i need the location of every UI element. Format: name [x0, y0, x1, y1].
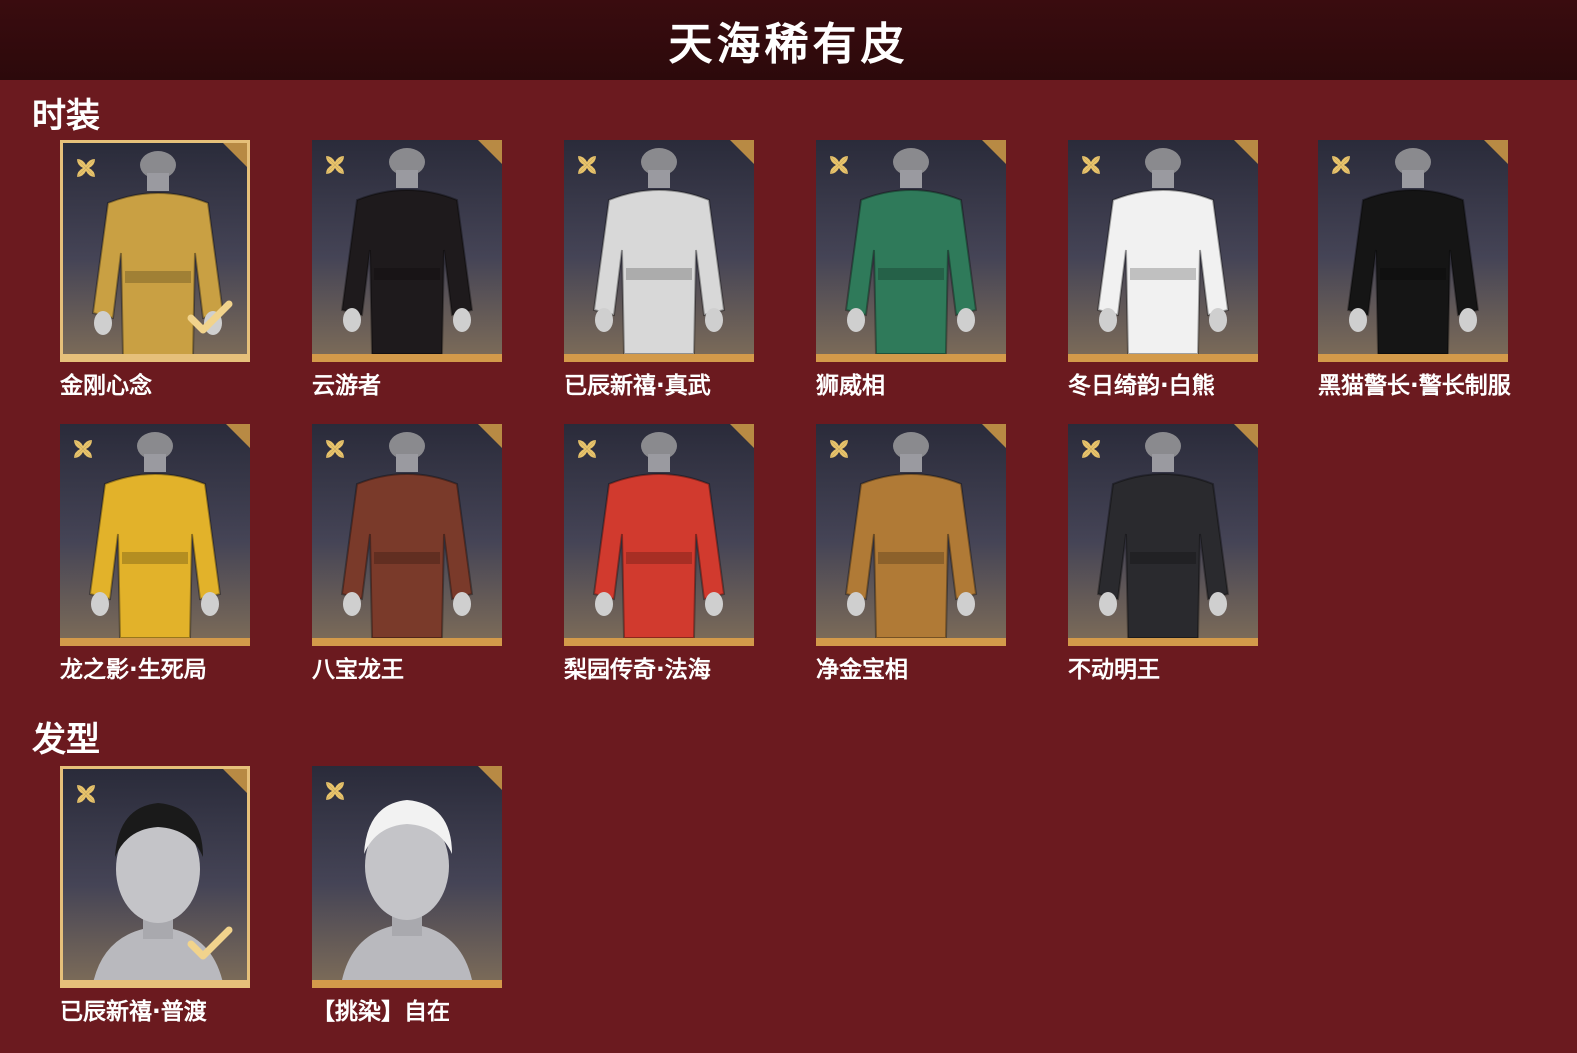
outfit-name-label: 金刚心念	[60, 373, 152, 399]
selected-check-icon	[187, 300, 233, 334]
corner-badge-icon	[223, 769, 247, 793]
selected-check-icon	[187, 926, 233, 960]
outfit-card[interactable]	[60, 424, 250, 646]
corner-badge-icon	[1234, 424, 1258, 448]
outfit-card[interactable]	[312, 424, 502, 646]
page-header: 天海稀有皮	[0, 0, 1577, 80]
outfit-card[interactable]	[564, 424, 754, 646]
outfit-card[interactable]	[60, 140, 250, 362]
corner-badge-icon	[730, 140, 754, 164]
outfit-card[interactable]	[816, 424, 1006, 646]
section-title-outfits: 时装	[32, 96, 100, 136]
rarity-star-icon	[326, 440, 344, 458]
corner-badge-icon	[982, 424, 1006, 448]
rarity-star-icon	[74, 440, 92, 458]
corner-badge-icon	[223, 143, 247, 167]
outfit-card[interactable]	[1318, 140, 1508, 362]
corner-badge-icon	[478, 140, 502, 164]
hair-card[interactable]	[312, 766, 502, 988]
corner-badge-icon	[1234, 140, 1258, 164]
corner-badge-icon	[226, 424, 250, 448]
outfit-card[interactable]	[312, 140, 502, 362]
hair-name-label: 【挑染】自在	[312, 999, 450, 1025]
rarity-star-icon	[1332, 156, 1350, 174]
corner-badge-icon	[478, 766, 502, 790]
corner-badge-icon	[982, 140, 1006, 164]
rarity-star-icon	[77, 785, 95, 803]
page-title: 天海稀有皮	[668, 19, 909, 70]
outfit-card[interactable]	[1068, 424, 1258, 646]
rarity-star-icon	[578, 156, 596, 174]
outfit-name-label: 不动明王	[1068, 657, 1160, 683]
hair-card[interactable]	[60, 766, 250, 988]
rarity-star-icon	[326, 782, 344, 800]
outfit-name-label: 黑猫警长·警长制服	[1318, 373, 1511, 399]
corner-badge-icon	[478, 424, 502, 448]
corner-badge-icon	[1484, 140, 1508, 164]
rarity-star-icon	[1082, 440, 1100, 458]
outfit-card[interactable]	[1068, 140, 1258, 362]
outfit-name-label: 八宝龙王	[312, 657, 404, 683]
rarity-star-icon	[1082, 156, 1100, 174]
rarity-star-icon	[830, 156, 848, 174]
outfit-name-label: 已辰新禧·真武	[564, 373, 711, 399]
outfit-name-label: 龙之影·生死局	[60, 657, 207, 683]
outfit-name-label: 云游者	[312, 373, 381, 399]
outfit-name-label: 梨园传奇·法海	[564, 657, 711, 683]
outfit-card[interactable]	[564, 140, 754, 362]
corner-badge-icon	[730, 424, 754, 448]
outfit-name-label: 净金宝相	[816, 657, 908, 683]
rarity-star-icon	[830, 440, 848, 458]
rarity-star-icon	[578, 440, 596, 458]
outfit-name-label: 狮威相	[816, 373, 885, 399]
rarity-star-icon	[326, 156, 344, 174]
section-title-hair: 发型	[32, 720, 100, 760]
outfit-name-label: 冬日绮韵·白熊	[1068, 373, 1215, 399]
rarity-star-icon	[77, 159, 95, 177]
hair-name-label: 已辰新禧·普渡	[60, 999, 207, 1025]
outfit-card[interactable]	[816, 140, 1006, 362]
